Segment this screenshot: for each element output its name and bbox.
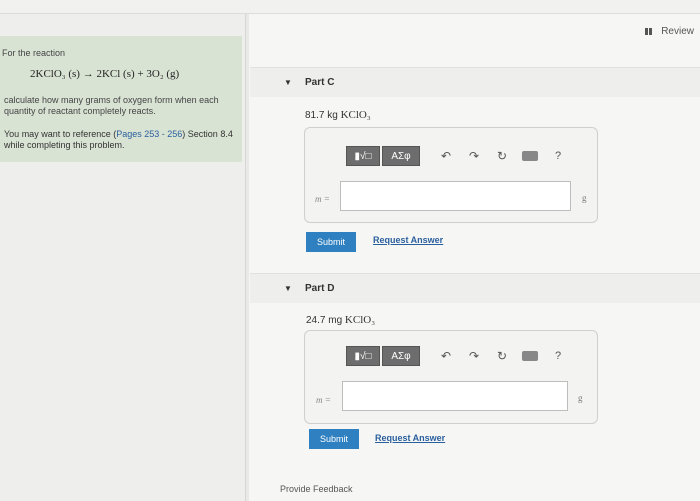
part-d-quantity-value: 24.7 mg <box>306 315 343 326</box>
review-link[interactable]: Review <box>645 26 694 37</box>
reaction-equation: 2KClO₃ (s) → 2KCl (s) + 3O₂ (g) <box>30 68 180 80</box>
reset-icon[interactable]: ↻ <box>494 348 510 364</box>
reference-pages-link[interactable]: Pages 253 - 256 <box>116 129 182 139</box>
part-c-title: Part C <box>305 77 335 88</box>
part-c-request-answer-link[interactable]: Request Answer <box>373 235 443 245</box>
provide-feedback-link[interactable]: Provide Feedback <box>280 484 353 494</box>
part-c-toolbar: ▮√□ ΑΣφ ↶ ↷ ↻ ? <box>346 146 572 166</box>
top-bar <box>0 0 700 14</box>
review-label: Review <box>661 26 694 37</box>
part-d-header[interactable]: ▼ Part D <box>250 273 700 303</box>
keyboard-icon[interactable] <box>522 151 538 161</box>
greek-symbols-button[interactable]: ΑΣφ <box>382 146 420 166</box>
part-d-submit-button[interactable]: Submit <box>309 429 359 449</box>
reset-icon[interactable]: ↻ <box>494 148 510 164</box>
part-d-quantity: 24.7 mg KClO₃ <box>306 314 375 326</box>
redo-icon[interactable]: ↷ <box>466 148 482 164</box>
reference-text: You may want to reference (Pages 253 - 2… <box>4 129 236 151</box>
intro-text: For the reaction <box>2 48 66 58</box>
undo-icon[interactable]: ↶ <box>438 348 454 364</box>
caret-down-icon: ▼ <box>284 284 292 293</box>
review-icon <box>645 28 657 35</box>
help-icon[interactable]: ? <box>550 348 566 364</box>
part-d-unit: g <box>578 393 583 403</box>
instruction-text: calculate how many grams of oxygen form … <box>4 95 219 116</box>
part-c-quantity-value: 81.7 kg <box>305 110 338 121</box>
part-c-header[interactable]: ▼ Part C <box>250 67 700 97</box>
undo-icon[interactable]: ↶ <box>438 148 454 164</box>
part-d-request-answer-link[interactable]: Request Answer <box>375 433 445 443</box>
part-d-answer-input[interactable] <box>342 381 568 411</box>
part-d-title: Part D <box>305 283 335 294</box>
part-c-submit-button[interactable]: Submit <box>306 232 356 252</box>
greek-symbols-button[interactable]: ΑΣφ <box>382 346 420 366</box>
templates-button[interactable]: ▮√□ <box>346 146 380 166</box>
templates-button[interactable]: ▮√□ <box>346 346 380 366</box>
reference-prefix: You may want to reference ( <box>4 129 117 139</box>
redo-icon[interactable]: ↷ <box>466 348 482 364</box>
part-c-answer-input[interactable] <box>340 181 571 211</box>
part-d-variable-label: m = <box>316 395 331 405</box>
part-d-toolbar: ▮√□ ΑΣφ ↶ ↷ ↻ ? <box>346 346 572 366</box>
part-c-quantity: 81.7 kg KClO₃ <box>305 109 371 121</box>
part-d-quantity-chem: KClO₃ <box>344 314 376 326</box>
keyboard-icon[interactable] <box>522 351 538 361</box>
part-c-unit: g <box>582 193 587 203</box>
help-icon[interactable]: ? <box>550 148 566 164</box>
part-c-variable-label: m = <box>315 194 330 204</box>
caret-down-icon: ▼ <box>284 78 292 87</box>
part-c-quantity-chem: KClO₃ <box>340 109 371 121</box>
